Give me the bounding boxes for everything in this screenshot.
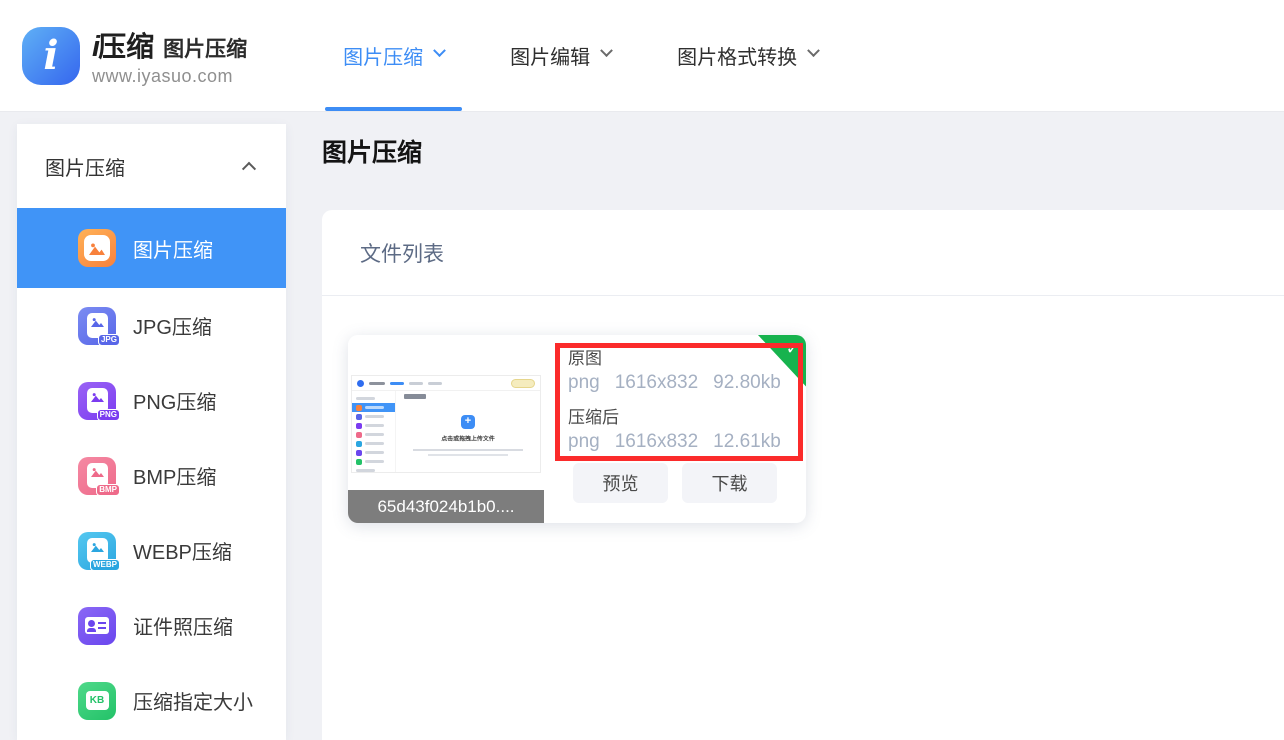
file-list-panel: 文件列表 xyxy=(322,210,1284,740)
thumbnail-mini-sidebar xyxy=(352,391,396,472)
nav-tab-label: 图片压缩 xyxy=(343,41,423,70)
file-info: 原图 png 1616x832 92.80kb 压缩后 png 1616x832… xyxy=(568,344,781,462)
chevron-down-icon xyxy=(600,44,613,57)
sidebar-item-label: WEBP压缩 xyxy=(133,536,232,565)
sidebar-item-compress-to-size[interactable]: KB 压缩指定大小 xyxy=(17,663,286,738)
chevron-up-icon xyxy=(242,162,256,176)
image-compress-icon xyxy=(78,229,116,267)
original-meta: png 1616x832 92.80kb xyxy=(568,372,781,394)
nav-tab-label: 图片格式转换 xyxy=(677,41,797,70)
download-button[interactable]: 下载 xyxy=(682,463,777,503)
compressed-label: 压缩后 xyxy=(568,403,781,428)
filename: 65d43f024b1b0.... xyxy=(377,497,514,517)
chevron-down-icon xyxy=(433,44,446,57)
site-logo[interactable]: i i压缩 图片压缩 www.iyasuo.com xyxy=(22,25,247,87)
page-title: 图片压缩 xyxy=(322,133,1284,169)
panel-title: 文件列表 xyxy=(360,238,444,268)
thumbnail-mini-screenshot: + 点击或拖拽上传文件 xyxy=(351,375,541,473)
preview-button[interactable]: 预览 xyxy=(573,463,668,503)
success-corner-badge: ✓ xyxy=(756,335,806,391)
png-compress-icon: PNG xyxy=(78,382,116,420)
sidebar-item-webp-compress[interactable]: WEBP WEBP压缩 xyxy=(17,513,286,588)
file-card: + 点击或拖拽上传文件 65d43f024b1b0.... 原图 png 161… xyxy=(348,335,806,523)
sidebar-item-bmp-compress[interactable]: BMP BMP压缩 xyxy=(17,438,286,513)
filename-bar: 65d43f024b1b0.... xyxy=(348,490,544,523)
nav-tab-image-edit[interactable]: 图片编辑 xyxy=(506,0,615,111)
jpg-compress-icon: JPG xyxy=(78,307,116,345)
webp-compress-icon: WEBP xyxy=(78,532,116,570)
id-photo-icon xyxy=(78,607,116,645)
sidebar-item-jpg-compress[interactable]: JPG JPG压缩 xyxy=(17,288,286,363)
sidebar-item-label: 图片压缩 xyxy=(133,234,213,263)
bmp-compress-icon: BMP xyxy=(78,457,116,495)
logo-text: i压缩 图片压缩 www.iyasuo.com xyxy=(92,25,247,87)
thumbnail-plus-icon: + xyxy=(461,415,475,429)
compressed-meta: png 1616x832 12.61kb xyxy=(568,431,781,453)
thumbnail-mini-login-pill xyxy=(511,379,535,388)
nav-tab-format-convert[interactable]: 图片格式转换 xyxy=(673,0,822,111)
sidebar-item-label: 压缩指定大小 xyxy=(133,686,253,715)
nav-tab-label: 图片编辑 xyxy=(510,41,590,70)
card-buttons: 预览 下载 xyxy=(573,463,777,503)
sidebar-item-png-compress[interactable]: PNG PNG压缩 xyxy=(17,363,286,438)
brand-suffix: 图片压缩 xyxy=(163,33,247,63)
check-icon: ✓ xyxy=(786,339,800,359)
thumbnail-mini-logo xyxy=(357,380,364,387)
logo-i-icon: i xyxy=(22,27,80,85)
sidebar-item-image-compress[interactable]: 图片压缩 xyxy=(17,208,286,288)
kb-size-icon: KB xyxy=(78,682,116,720)
sidebar-group-title: 图片压缩 xyxy=(45,152,125,181)
sidebar-group-header[interactable]: 图片压缩 xyxy=(17,124,286,208)
app-header: i i压缩 图片压缩 www.iyasuo.com 图片压缩 图片编辑 图片格式… xyxy=(0,0,1284,112)
thumbnail-mini-content: + 点击或拖拽上传文件 xyxy=(396,391,540,472)
sidebar-item-id-photo-compress[interactable]: 证件照压缩 xyxy=(17,588,286,663)
site-url: www.iyasuo.com xyxy=(92,66,247,87)
brand-name: i压缩 xyxy=(92,25,154,65)
original-label: 原图 xyxy=(568,344,781,369)
panel-header: 文件列表 xyxy=(322,210,1284,296)
thumbnail-upload-text: 点击或拖拽上传文件 xyxy=(407,435,529,444)
sidebar-item-label: BMP压缩 xyxy=(133,461,216,490)
thumbnail-mini-header xyxy=(352,376,540,391)
top-nav: 图片压缩 图片编辑 图片格式转换 xyxy=(339,0,822,111)
active-tab-underline xyxy=(325,107,462,111)
nav-tab-image-compress[interactable]: 图片压缩 xyxy=(339,0,448,111)
sidebar-item-label: PNG压缩 xyxy=(133,386,216,415)
sidebar-item-label: JPG压缩 xyxy=(133,311,212,340)
sidebar: 图片压缩 图片压缩 JPG JPG压缩 xyxy=(17,124,286,740)
chevron-down-icon xyxy=(807,44,820,57)
sidebar-item-label: 证件照压缩 xyxy=(133,611,233,640)
main-content: 图片压缩 文件列表 xyxy=(286,112,1284,740)
